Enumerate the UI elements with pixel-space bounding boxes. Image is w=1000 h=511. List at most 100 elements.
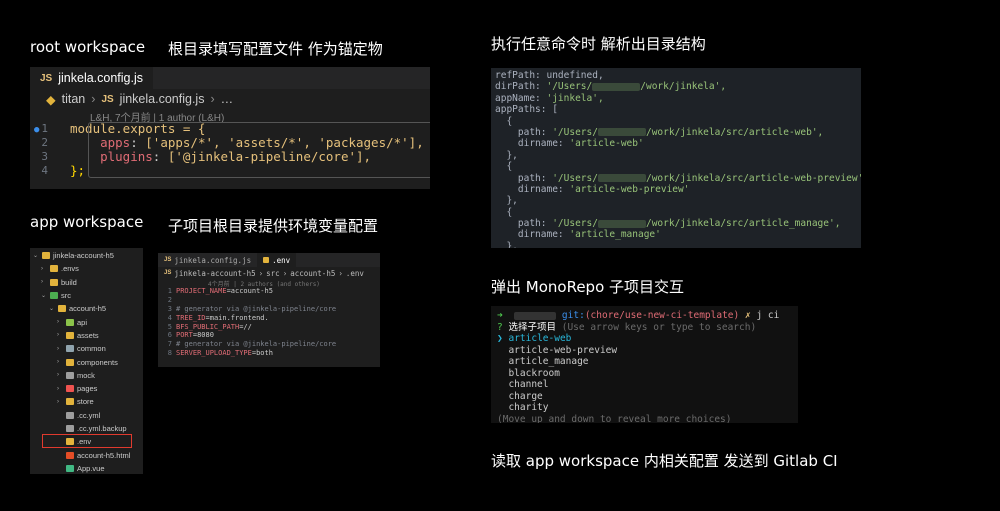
code-key: path: [495,172,553,184]
vue-file-icon [66,464,74,472]
chevron-right-icon: › [57,372,59,379]
tree-item-label: build [61,277,77,287]
tree-item-label: .cc.yml.backup [77,424,127,433]
code-line: 6 PORT =8080 [158,331,380,340]
code-key: path: [495,126,553,138]
code-line: 8 SERVER_UPLOAD_TYPE =both [158,349,380,358]
js-file-icon: JS [164,270,172,276]
read-config-heading: 读取 app workspace 内相关配置 发送到 Gitlab CI [491,452,838,470]
breadcrumb: ◆ titan › JS jinkela.config.js › … [30,89,430,109]
code-key: refPath: undefined, [495,70,604,81]
tree-item-label: api [77,317,88,327]
choice-item[interactable]: article_manage [497,356,792,368]
file-explorer: ⌄ jinkela-account-h5 › .envs › build ⌄ src ⌄ acco… [30,248,143,474]
code-line: appPaths: [ [495,104,857,115]
code-line: 4 TREE_ID =main.frontend. [158,314,380,323]
tree-item[interactable]: ⌄ jinkela-account-h5 [30,249,143,262]
choice-item[interactable]: ❯ article-web [497,333,792,345]
code-line: }, [495,150,857,161]
tree-item[interactable]: App.vue [30,462,143,474]
root-workspace-heading: root workspace [30,38,146,56]
tree-item[interactable]: › pages [30,382,143,395]
tree-item-label: .cc.yml [77,410,101,420]
tree-item[interactable]: › common [30,342,143,355]
tree-item[interactable]: › components [30,355,143,368]
env-key: BFS_PUBLIC_PATH [176,322,240,331]
tree-item[interactable]: › mock [30,369,143,382]
tab-jinkela-config[interactable]: JS jinkela.config.js [158,253,257,267]
run-command-heading: 执行任意命令时 解析出目录结构 [491,35,706,53]
root-config-editor: JS jinkela.config.js ◆ titan › JS jinkel… [30,67,430,189]
env-editor: JS jinkela.config.js .env JS jinkela-acc… [158,253,380,367]
code-line: { [495,116,857,127]
code-key: { [495,206,513,218]
code-string: 'article-web-preview' [569,183,690,195]
breadcrumb-file[interactable]: jinkela.config.js [120,92,205,106]
tree-item[interactable]: ⌄ src [30,289,143,302]
folder-icon [66,358,74,366]
env-key: PORT [176,331,193,340]
file-icon [66,411,74,419]
tree-item[interactable]: ⌄ account-h5 [30,302,143,315]
code-line: dirname: 'article_manage' [495,229,857,240]
breadcrumb-item[interactable]: .env [346,269,364,278]
folder-open-icon [50,292,58,300]
choice-label: article-web-preview [508,344,618,356]
breadcrumb-item[interactable]: account-h5 [290,269,335,278]
code-key: { [495,115,513,127]
env-key: PROJECT_NAME [176,287,227,295]
code-key: appName: [495,92,547,104]
choice-item[interactable]: channel [497,379,792,391]
chevron-right-icon: › [210,92,215,106]
redacted-text [514,311,557,320]
breadcrumb-more[interactable]: … [221,92,234,106]
choice-item[interactable]: blackroom [497,368,792,380]
code-line: path: '/Users/ /work/jinkela/src/article-… [495,172,861,184]
env-value: =both [251,349,273,358]
bracket-highlight [88,122,430,178]
choice-item[interactable]: article-web-preview [497,345,792,357]
chevron-right-icon: › [57,398,59,405]
tree-item[interactable]: › build [30,276,143,289]
tree-item-label: account-h5.html [77,450,131,460]
choice-label: blackroom [508,367,560,379]
tab-jinkela-config[interactable]: JS jinkela.config.js [30,67,153,89]
terminal[interactable]: ➜ git:(chore/use-new-ci-template) ✗ j ci… [491,306,798,423]
code-key: appPaths: [ [495,104,558,116]
tree-item-label: components [77,357,118,367]
line-number: 8 [167,349,172,358]
code-area[interactable]: ● 1 module.exports = { 2 apps: ['apps/*'… [30,122,430,178]
js-file-icon: JS [164,257,172,263]
code-line: path: '/Users/ /work/jinkela/src/article-… [495,127,857,138]
code-area: refPath: undefined, dirPath: '/Users/ /wor… [491,68,861,248]
prompt-question: ? 选择子项目 (Use arrow keys or type to searc… [497,322,792,334]
env-value: =8080 [192,331,214,340]
breadcrumb-item[interactable]: jinkela-account-h5 [174,269,255,278]
tree-item[interactable]: › api [30,315,143,328]
code-area[interactable]: 1 PROJECT_NAME =account-h5 2 3 # generator vi… [158,287,380,358]
tree-item[interactable]: › .envs [30,262,143,275]
choice-item[interactable]: charge [497,391,792,403]
code-key: }, [495,195,518,207]
code-string: 'article_manage' [569,229,661,241]
chevron-right-icon: › [41,279,43,286]
code-key: dirname: [495,229,570,241]
choice-label: article_manage [508,356,589,367]
redacted-text [597,219,646,228]
breadcrumb-root[interactable]: titan [62,92,86,106]
line-number: 7 [167,340,172,349]
code-key: dirname: [495,138,570,150]
code-line: 7 # generator via @jinkela-pipeline/core [158,340,380,349]
line-number: 6 [167,331,172,340]
tree-item[interactable]: › assets [30,329,143,342]
question-text: 选择子项目 [508,321,556,333]
code-string: 'article-web' [569,138,644,150]
tree-item[interactable]: account-h5.html [30,448,143,461]
folder-icon [50,278,58,286]
tab-env[interactable]: .env [257,253,297,267]
choice-item[interactable]: charity [497,402,792,414]
tree-item[interactable]: › store [30,395,143,408]
code-line: 1 PROJECT_NAME =account-h5 [158,287,380,296]
tree-item[interactable]: .cc.yml [30,409,143,422]
breadcrumb-item[interactable]: src [266,269,280,278]
